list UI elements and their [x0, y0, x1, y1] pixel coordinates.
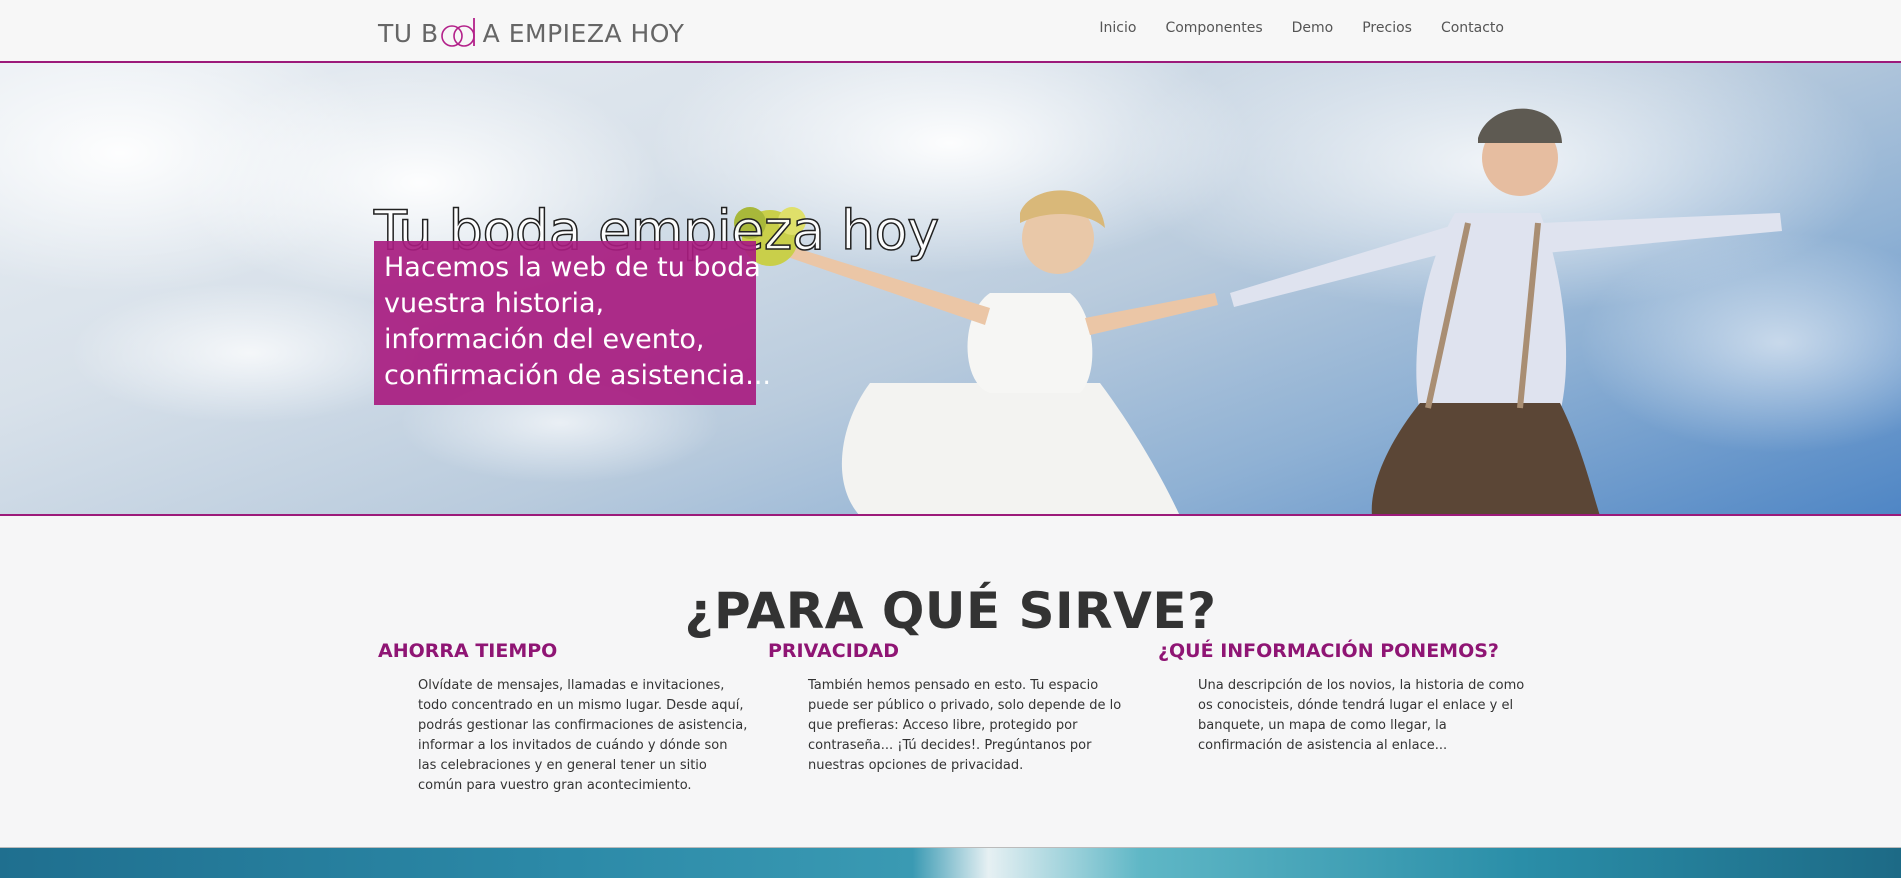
main-nav: Inicio Componentes Demo Precios Contacto: [1099, 20, 1504, 36]
hero-line: Hacemos la web de tu boda: [384, 252, 761, 283]
hero-photo: [0, 63, 1901, 514]
wedding-rings-icon: [440, 16, 482, 48]
hero-description-box: Hacemos la web de tu boda vuestra histor…: [374, 241, 771, 405]
hero-line: vuestra historia,: [384, 288, 605, 319]
feature-text: También hemos pensado en esto. Tu espaci…: [808, 678, 1122, 773]
feature-que-informacion: ¿QUÉ INFORMACIÓN PONEMOS? Una descripció…: [1158, 640, 1538, 756]
feature-text: Una descripción de los novios, la histor…: [1198, 678, 1525, 753]
hero-line: información del evento,: [384, 324, 705, 355]
feature-ahorra-tiempo: AHORRA TIEMPO Olvídate de mensajes, llam…: [378, 640, 758, 796]
brand-logo[interactable]: TU B A EMPIEZA HOY: [378, 12, 684, 48]
nav-item-inicio[interactable]: Inicio: [1099, 20, 1136, 36]
brand-text-right: A EMPIEZA HOY: [482, 19, 685, 48]
nav-item-contacto[interactable]: Contacto: [1441, 20, 1504, 36]
feature-text: Olvídate de mensajes, llamadas e invitac…: [418, 678, 748, 793]
nav-item-componentes[interactable]: Componentes: [1165, 20, 1262, 36]
nav-item-demo[interactable]: Demo: [1292, 20, 1334, 36]
hero-line: confirmación de asistencia...: [384, 360, 771, 391]
hero-banner: Tu boda empieza hoy Hacemos la web de tu…: [0, 63, 1901, 516]
feature-title: PRIVACIDAD: [768, 640, 900, 662]
next-section-image: [0, 847, 1901, 878]
feature-privacidad: PRIVACIDAD También hemos pensado en esto…: [768, 640, 1148, 776]
section-title: ¿PARA QUÉ SIRVE?: [684, 581, 1217, 640]
navbar: TU B A EMPIEZA HOY Inicio Componentes De…: [0, 0, 1901, 63]
nav-item-precios[interactable]: Precios: [1362, 20, 1412, 36]
feature-title: ¿QUÉ INFORMACIÓN PONEMOS?: [1158, 640, 1499, 662]
feature-title: AHORRA TIEMPO: [378, 640, 558, 662]
brand-text-left: TU B: [378, 19, 439, 48]
